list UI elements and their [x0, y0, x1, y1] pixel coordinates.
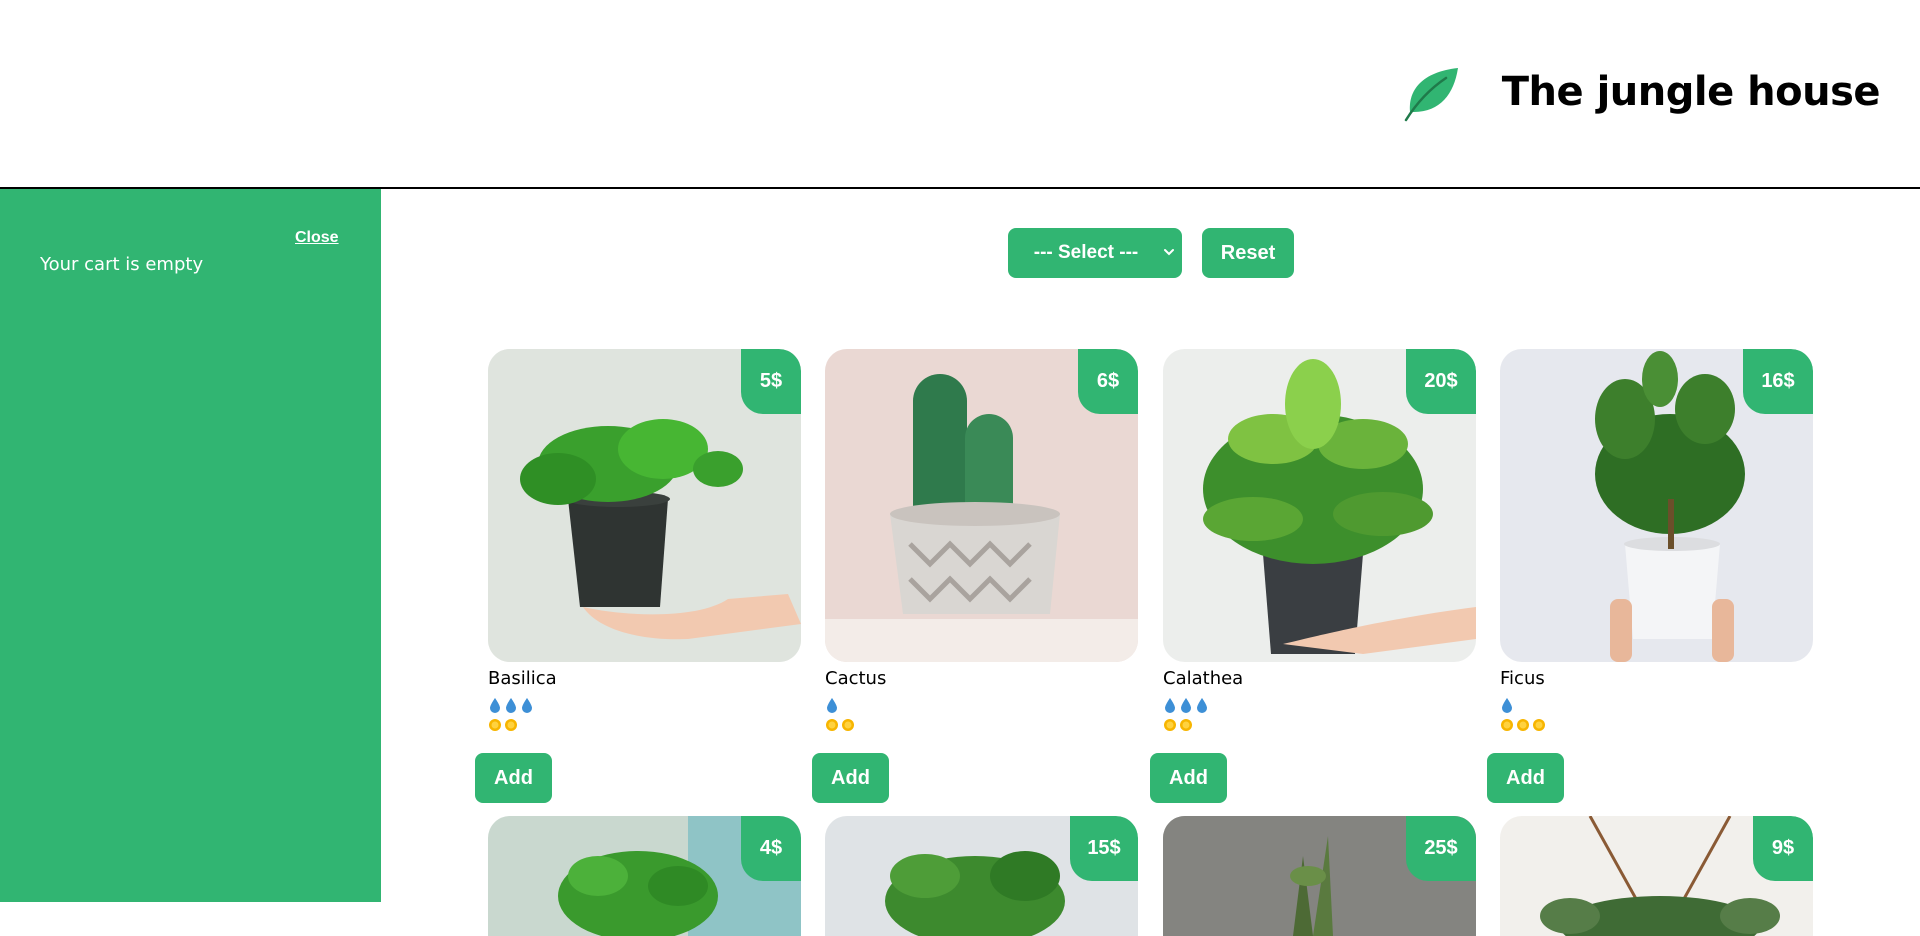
- plant-image: 4$: [488, 816, 801, 936]
- light-care-scale: [1500, 717, 1813, 733]
- plant-image: 16$: [1500, 349, 1813, 662]
- water-drop-icon: [1181, 698, 1191, 713]
- category-filters: --- Select --- Reset: [1008, 228, 1294, 278]
- light-care-scale: [488, 717, 801, 733]
- plant-name: Cactus: [825, 668, 887, 689]
- plant-card: 5$ Basilica Add: [475, 349, 801, 803]
- plant-card: 6$ Cactus Add: [812, 349, 1138, 803]
- add-to-cart-button[interactable]: Add: [475, 753, 552, 803]
- sun-icon: [489, 719, 501, 731]
- price-badge: 20$: [1406, 349, 1476, 414]
- price-badge: 5$: [741, 349, 801, 414]
- add-to-cart-button[interactable]: Add: [1150, 753, 1227, 803]
- plant-name: Ficus: [1500, 668, 1545, 689]
- water-care-scale: [1500, 697, 1813, 713]
- light-care-scale: [1163, 717, 1476, 733]
- plant-card: 25$: [1163, 816, 1476, 936]
- sun-icon: [826, 719, 838, 731]
- sun-icon: [1517, 719, 1529, 731]
- header: The jungle house: [0, 0, 1920, 189]
- water-care-scale: [825, 697, 1138, 713]
- water-care-scale: [1163, 697, 1476, 713]
- close-cart-button[interactable]: Close: [295, 229, 339, 247]
- plant-name: Basilica: [488, 668, 557, 689]
- add-to-cart-button[interactable]: Add: [812, 753, 889, 803]
- sun-icon: [505, 719, 517, 731]
- sun-icon: [1164, 719, 1176, 731]
- cart-empty-message: Your cart is empty: [40, 254, 204, 275]
- price-badge: 6$: [1078, 349, 1138, 414]
- water-drop-icon: [1165, 698, 1175, 713]
- price-badge: 4$: [741, 816, 801, 881]
- chevron-down-icon: [1164, 249, 1174, 256]
- light-care-scale: [825, 717, 1138, 733]
- leaf-icon: [1404, 68, 1458, 122]
- plant-name: Calathea: [1163, 668, 1244, 689]
- price-badge: 25$: [1406, 816, 1476, 881]
- plant-image: 5$: [488, 349, 801, 662]
- water-drop-icon: [1197, 698, 1207, 713]
- water-drop-icon: [827, 698, 837, 713]
- cart-sidebar: Close Your cart is empty: [0, 189, 381, 902]
- price-badge: 15$: [1070, 816, 1138, 881]
- water-drop-icon: [522, 698, 532, 713]
- category-select[interactable]: --- Select ---: [1008, 228, 1182, 278]
- add-to-cart-button[interactable]: Add: [1487, 753, 1564, 803]
- plant-card: 15$: [825, 816, 1138, 936]
- water-drop-icon: [1502, 698, 1512, 713]
- price-badge: 9$: [1753, 816, 1813, 881]
- water-drop-icon: [506, 698, 516, 713]
- sun-icon: [1180, 719, 1192, 731]
- water-drop-icon: [490, 698, 500, 713]
- sun-icon: [1533, 719, 1545, 731]
- sun-icon: [1501, 719, 1513, 731]
- app-title: The jungle house: [1501, 69, 1881, 115]
- plant-image: 20$: [1163, 349, 1476, 662]
- shopping-list: --- Select --- Reset 5$ Basilica Add 6$ …: [381, 189, 1920, 936]
- water-care-scale: [488, 697, 801, 713]
- plant-image: 25$: [1163, 816, 1476, 936]
- brand: The jungle house: [1398, 60, 1881, 124]
- price-badge: 16$: [1743, 349, 1813, 414]
- reset-button[interactable]: Reset: [1202, 228, 1294, 278]
- category-select-label: --- Select ---: [1033, 242, 1139, 263]
- plant-image: 6$: [825, 349, 1138, 662]
- plant-image: 15$: [825, 816, 1138, 936]
- sun-icon: [842, 719, 854, 731]
- plant-card: 9$: [1500, 816, 1813, 936]
- plant-image: 9$: [1500, 816, 1813, 936]
- plant-card: 16$ Ficus Add: [1487, 349, 1813, 803]
- plant-card: 4$: [488, 816, 801, 936]
- plant-card: 20$ Calathea Add: [1150, 349, 1476, 803]
